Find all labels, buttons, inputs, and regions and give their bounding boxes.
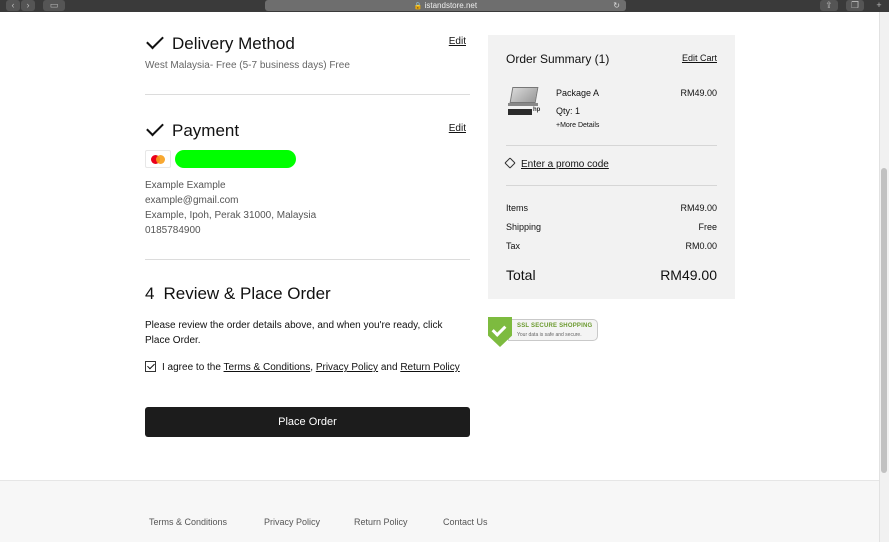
- review-heading: 4 Review & Place Order: [145, 284, 331, 304]
- delivery-heading: Delivery Method: [145, 31, 295, 54]
- tax-label: Tax: [506, 241, 521, 251]
- agree-checkbox[interactable]: [145, 361, 156, 372]
- order-summary: Order Summary (1) Edit Cart hp Package A…: [488, 35, 735, 299]
- step-number: 4: [145, 284, 155, 303]
- reload-icon[interactable]: ↻: [613, 0, 620, 11]
- shipping-value: Free: [698, 222, 717, 232]
- checkmark-icon: [146, 118, 164, 137]
- place-order-button[interactable]: Place Order: [145, 407, 470, 437]
- ssl-banner: SSL SECURE SHOPPING Your data is safe an…: [508, 319, 598, 341]
- promo-code-link[interactable]: Enter a promo code: [521, 159, 609, 170]
- browser-toolbar: ‹ › ▭ 🔒 istandstore.net ↻ ⇪ ❐ +: [0, 0, 889, 12]
- url-text: istandstore.net: [424, 1, 478, 10]
- sidebar-icon[interactable]: ▭: [43, 0, 65, 11]
- product-qty: Qty: 1: [556, 106, 581, 116]
- ssl-subtitle: Your data is safe and secure.: [517, 332, 582, 338]
- lock-icon: 🔒: [413, 3, 423, 10]
- payment-edit-link[interactable]: Edit: [449, 123, 466, 134]
- ssl-title: SSL SECURE SHOPPING: [517, 323, 593, 329]
- delivery-title: Delivery Method: [172, 34, 295, 53]
- mastercard-icon: [145, 150, 171, 168]
- terms-agreement: I agree to the Terms & Conditions, Priva…: [145, 361, 460, 374]
- product-name: Package A: [556, 88, 600, 98]
- divider: [145, 94, 470, 95]
- tabs-icon[interactable]: ❐: [846, 0, 864, 11]
- footer: Terms & Conditions Privacy Policy Return…: [0, 480, 879, 542]
- back-icon[interactable]: ‹: [6, 0, 20, 11]
- billing-address: Example Example example@gmail.com Exampl…: [145, 178, 316, 238]
- redacted-card-number: [175, 150, 296, 168]
- items-value: RM49.00: [680, 203, 717, 213]
- scrollbar-thumb[interactable]: [881, 168, 887, 473]
- total-value: RM49.00: [660, 267, 717, 283]
- total-label: Total: [506, 267, 536, 283]
- address-street: Example, Ipoh, Perak 31000, Malaysia: [145, 210, 317, 221]
- promo-code-row[interactable]: Enter a promo code: [504, 157, 609, 170]
- new-tab-icon[interactable]: +: [872, 0, 886, 11]
- address-name: Example Example: [145, 180, 226, 191]
- product-price: RM49.00: [680, 88, 717, 98]
- return-link[interactable]: Return Policy: [400, 362, 459, 373]
- checkmark-icon: [146, 31, 164, 50]
- ssl-secure-badge: SSL SECURE SHOPPING Your data is safe an…: [488, 317, 598, 347]
- terms-link[interactable]: Terms & Conditions: [224, 362, 311, 373]
- items-label: Items: [506, 203, 529, 213]
- footer-terms-link[interactable]: Terms & Conditions: [149, 517, 227, 527]
- review-title: Review & Place Order: [163, 284, 331, 303]
- divider: [506, 185, 717, 186]
- divider: [145, 259, 470, 260]
- tag-icon: [504, 157, 516, 170]
- delivery-edit-link[interactable]: Edit: [449, 36, 466, 47]
- payment-title: Payment: [172, 121, 240, 140]
- shipping-label: Shipping: [506, 222, 542, 232]
- forward-icon[interactable]: ›: [21, 0, 35, 11]
- footer-contact-link[interactable]: Contact Us: [443, 517, 488, 527]
- footer-privacy-link[interactable]: Privacy Policy: [264, 517, 320, 527]
- address-bar[interactable]: 🔒 istandstore.net ↻: [265, 0, 626, 11]
- agree-prefix: I agree to the: [162, 362, 221, 374]
- product-image: hp: [508, 85, 544, 117]
- more-details-link[interactable]: +More Details: [556, 122, 599, 129]
- shield-check-icon: [488, 317, 512, 347]
- address-email: example@gmail.com: [145, 195, 239, 206]
- privacy-link[interactable]: Privacy Policy: [316, 362, 378, 373]
- payment-heading: Payment: [145, 118, 240, 141]
- divider: [506, 145, 717, 146]
- summary-title: Order Summary (1): [506, 52, 610, 66]
- footer-return-link[interactable]: Return Policy: [354, 517, 408, 527]
- review-instructions: Please review the order details above, a…: [145, 320, 443, 346]
- edit-cart-link[interactable]: Edit Cart: [682, 53, 717, 63]
- delivery-detail: West Malaysia- Free (5-7 business days) …: [145, 60, 350, 71]
- tax-value: RM0.00: [685, 241, 717, 251]
- address-phone: 0185784900: [145, 225, 201, 236]
- and-word: and: [380, 362, 398, 374]
- share-icon[interactable]: ⇪: [820, 0, 838, 11]
